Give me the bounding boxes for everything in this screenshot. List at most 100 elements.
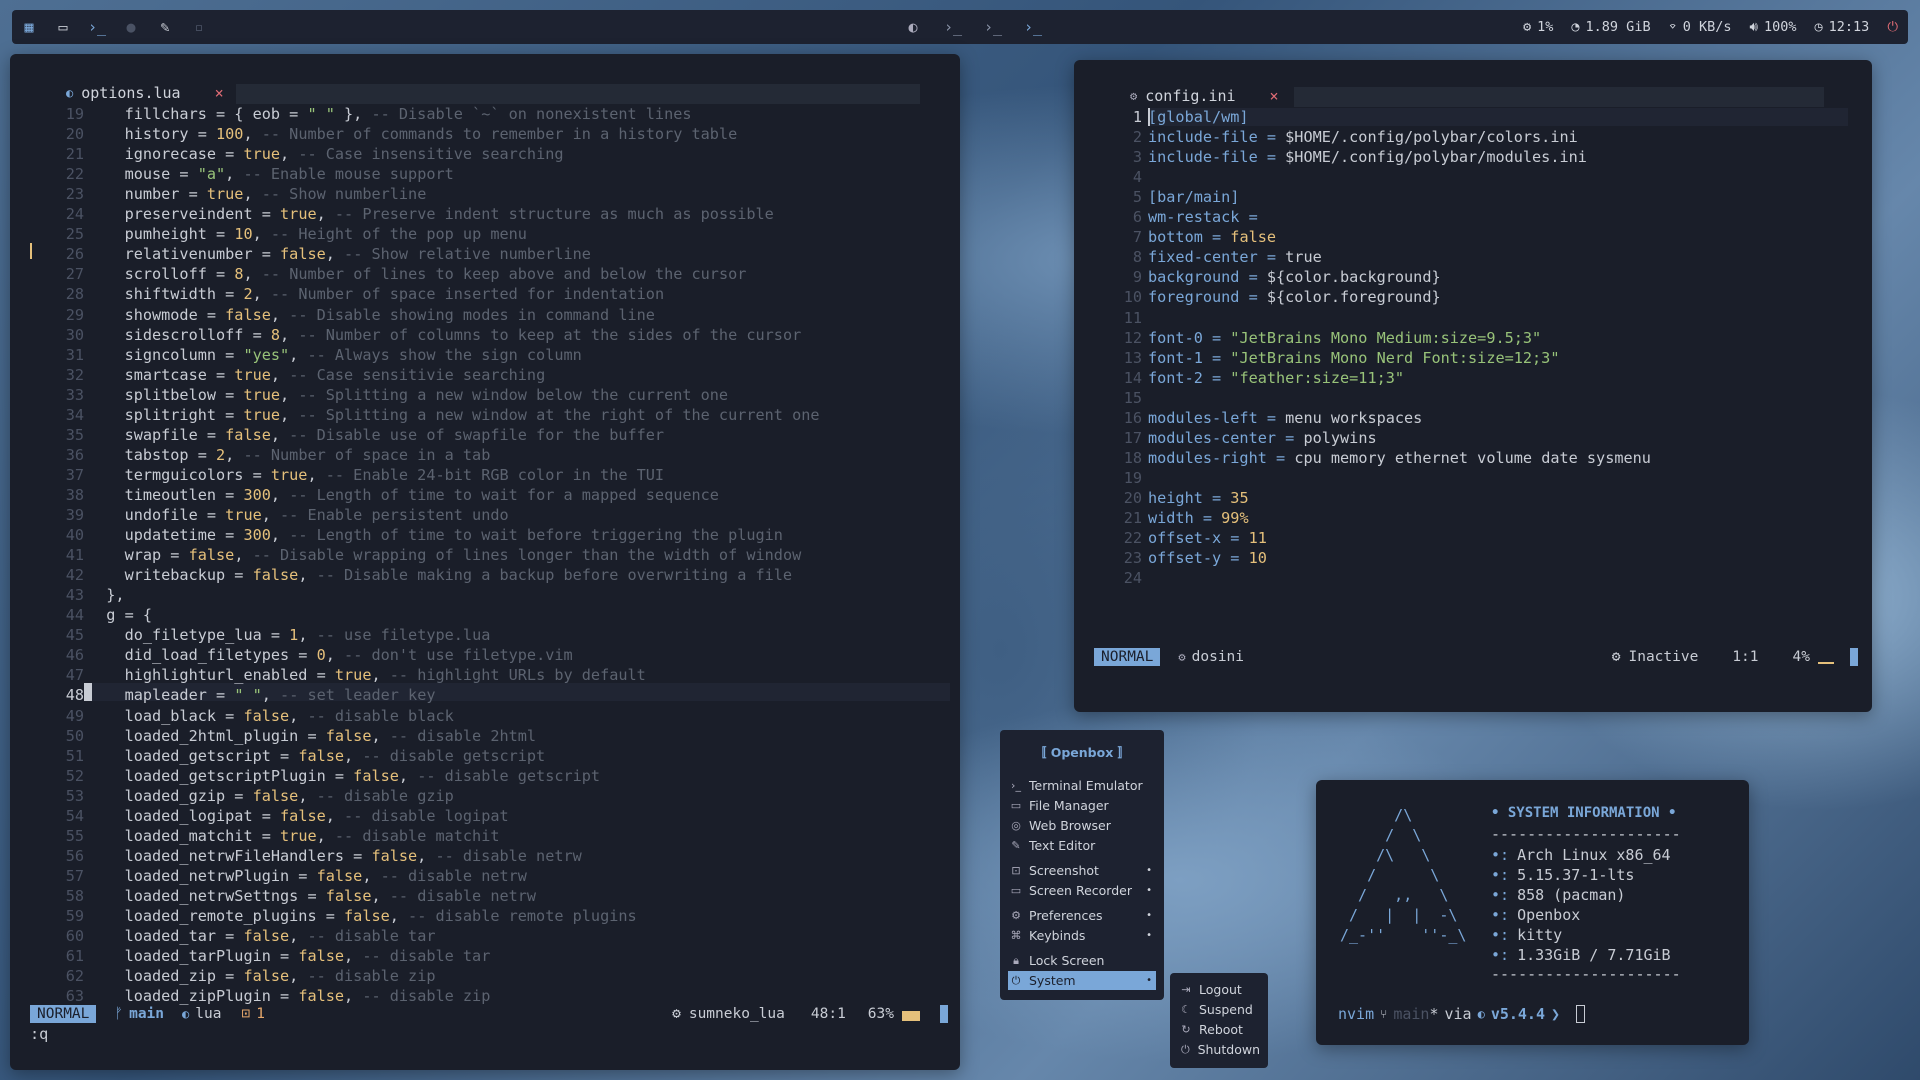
- monitor-icon[interactable]: ▭: [46, 10, 80, 44]
- code-line: swapfile = false, -- Disable use of swap…: [88, 426, 665, 444]
- edit-icon[interactable]: ✎: [148, 10, 182, 44]
- menu-item-system[interactable]: ⏻ System •: [1008, 971, 1156, 990]
- tab-options-lua[interactable]: ◐ options.lua ×: [66, 84, 224, 102]
- menu-item-lock-screen[interactable]: 🔒︎ Lock Screen: [1008, 951, 1156, 970]
- grid-icon[interactable]: ▦: [12, 10, 46, 44]
- code-token: -- Show numberline: [261, 185, 427, 204]
- code-token: highlighturl_enabled =: [88, 666, 335, 685]
- lsp-name: sumneko_lua: [688, 1006, 785, 1022]
- square-icon[interactable]: ▫: [182, 10, 216, 44]
- menu-item-terminal-emulator[interactable]: ›_ Terminal Emulator: [1008, 776, 1156, 795]
- code-line: wrap = false, -- Disable wrapping of lin…: [88, 546, 802, 564]
- line-number: 23: [65, 185, 84, 204]
- code-line: [bar/main]: [1148, 188, 1239, 206]
- branch-icon: ᚠ: [114, 1006, 124, 1022]
- code-line: scrolloff = 8, -- Number of lines to kee…: [88, 265, 747, 283]
- line-number: 45: [65, 626, 84, 645]
- code-token: loaded_netrwFileHandlers =: [88, 846, 372, 865]
- code-line: pumheight = 10, -- Height of the pop up …: [88, 225, 527, 243]
- line-number: 19: [1123, 468, 1142, 487]
- command-line[interactable]: :q: [30, 1025, 48, 1043]
- code-token: false: [243, 927, 290, 946]
- power-icon[interactable]: ⏻: [1887, 19, 1898, 35]
- menu-item-text-editor[interactable]: ✎ Text Editor: [1008, 836, 1156, 855]
- code-token: -- disable 2html: [389, 726, 537, 745]
- line-number: 13: [1123, 348, 1142, 367]
- terminal-icon[interactable]: ›_: [976, 10, 1010, 44]
- menu-item-file-manager[interactable]: ▭ File Manager: [1008, 796, 1156, 815]
- tabline-fill: [1294, 87, 1824, 107]
- code-token: loaded_tar =: [88, 927, 244, 946]
- code-token: [global/wm]: [1148, 108, 1249, 126]
- tab-config-ini[interactable]: ⚙ config.ini ×: [1130, 87, 1279, 105]
- line-number: 42: [65, 566, 84, 585]
- code-token: -- use filetype.lua: [316, 626, 491, 645]
- code-token: ,: [270, 485, 290, 504]
- code-token: "yes": [243, 345, 290, 364]
- sysinfo-bullet: •:: [1491, 946, 1510, 964]
- code-token: 2: [243, 285, 253, 304]
- code-token: ,: [289, 927, 308, 946]
- code-line: loaded_getscriptPlugin = false, -- disab…: [88, 767, 601, 785]
- code-token: 1: [289, 626, 299, 645]
- line-number: 1: [1132, 108, 1142, 126]
- submenu-item-reboot[interactable]: ↻ Reboot: [1178, 1020, 1260, 1039]
- code-token: false: [1230, 228, 1277, 247]
- video-icon: ▭: [1010, 884, 1022, 897]
- code-token: background =: [1148, 268, 1267, 287]
- code-line: loaded_netrwPlugin = false, -- disable n…: [88, 867, 527, 885]
- code-line: sidescrolloff = 8, -- Number of columns …: [88, 326, 802, 344]
- code-token: -- Case sensitivie searching: [289, 365, 546, 384]
- menu-item-label: Screen Recorder: [1029, 883, 1132, 898]
- circle-icon[interactable]: ●: [114, 10, 148, 44]
- menu-item-screenshot[interactable]: ⊡ Screenshot •: [1008, 861, 1156, 880]
- code-line: g = {: [88, 606, 152, 624]
- shell-prompt[interactable]: nvim ⑂ main* via ◐ v5.4.4 ❯: [1338, 1005, 1586, 1023]
- submenu-item-suspend[interactable]: ☾ Suspend: [1178, 1000, 1260, 1019]
- menu-item-screen-recorder[interactable]: ▭ Screen Recorder •: [1008, 881, 1156, 900]
- code-line: writebackup = false, -- Disable making a…: [88, 566, 793, 585]
- code-token: ,: [252, 225, 271, 244]
- menu-item-web-browser[interactable]: ◎ Web Browser: [1008, 816, 1156, 835]
- submenu-item-logout[interactable]: ⇥ Logout: [1178, 980, 1260, 999]
- firefox-icon[interactable]: ◐: [896, 10, 930, 44]
- line-number: 34: [65, 405, 84, 424]
- code-token: splitright =: [88, 405, 244, 424]
- terminal-icon[interactable]: ›_: [80, 10, 114, 44]
- code-line: shiftwidth = 2, -- Number of space inser…: [88, 285, 665, 304]
- moon-icon: ☾: [1181, 1003, 1191, 1016]
- close-icon[interactable]: ×: [1270, 87, 1279, 105]
- code-token: -- Disable making a backup before overwr…: [316, 566, 793, 585]
- code-token: font-2 =: [1148, 368, 1231, 387]
- lua-icon: ◐: [182, 1007, 190, 1021]
- code-token: -- Number of space inserted for indentat…: [270, 285, 665, 304]
- code-token: false: [252, 786, 299, 805]
- code-token: -- don't use filetype.vim: [344, 646, 573, 665]
- code-token: "a": [197, 165, 226, 184]
- code-token: -- disable remote plugins: [408, 907, 637, 925]
- line-number: 11: [1123, 308, 1142, 327]
- prompt-branch: main: [1393, 1005, 1430, 1023]
- code-token: ,: [289, 706, 308, 725]
- menu-item-keybinds[interactable]: ⌘ Keybinds •: [1008, 926, 1156, 945]
- statusline: NORMAL ᚠ main ◐ lua ⊡ 1 ⚙ sumneko_lua 48…: [30, 1005, 948, 1023]
- lua-icon: ◐: [1477, 1007, 1485, 1021]
- code-token: writebackup =: [88, 566, 253, 585]
- code-token: ,: [280, 145, 299, 164]
- menu-item-preferences[interactable]: ⚙ Preferences •: [1008, 906, 1156, 925]
- close-icon[interactable]: ×: [215, 84, 224, 102]
- code-token: loaded_zipPlugin =: [88, 987, 299, 1006]
- code-token: 10: [234, 225, 253, 244]
- submenu-item-shutdown[interactable]: ⏻ Shutdown: [1178, 1040, 1260, 1059]
- code-token: "JetBrains Mono Medium:size=9.5;3": [1230, 328, 1542, 347]
- terminal-icon[interactable]: ›_: [936, 10, 970, 44]
- code-token: -- disable netrw: [435, 846, 582, 865]
- terminal-icon[interactable]: ›_: [1016, 10, 1050, 44]
- line-number: 35: [65, 425, 84, 444]
- code-token: timeoutlen =: [88, 485, 244, 504]
- code-line: foreground = ${color.foreground}: [1148, 288, 1441, 306]
- code-line: updatetime = 300, -- Length of time to w…: [88, 526, 783, 544]
- line-number: 49: [65, 706, 84, 725]
- line-number: 36: [65, 445, 84, 464]
- volume-indicator[interactable]: 🔊︎ 100%: [1750, 19, 1797, 35]
